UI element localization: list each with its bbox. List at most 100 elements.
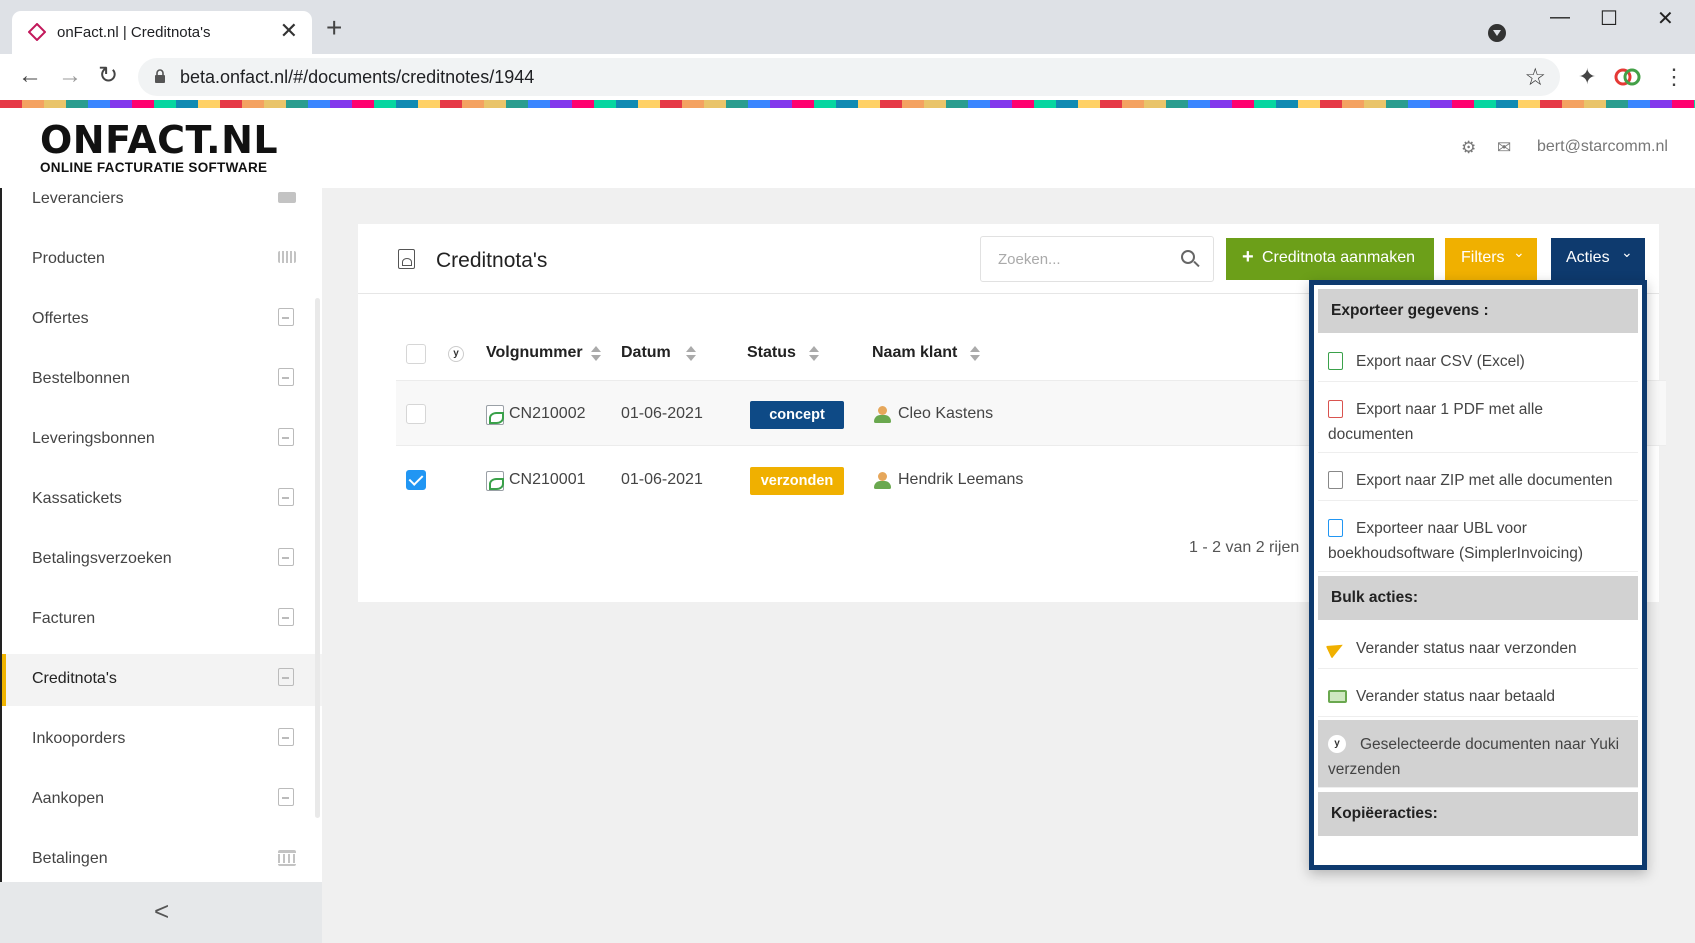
pdf-document-icon bbox=[398, 249, 415, 269]
filters-button[interactable]: Filters ⌄ bbox=[1445, 238, 1537, 280]
collapse-sidebar-chevron-icon[interactable]: < bbox=[154, 896, 169, 927]
browser-toolbar: ← → ↻ beta.onfact.nl/#/documents/creditn… bbox=[0, 54, 1695, 100]
create-creditnote-button[interactable]: + Creditnota aanmaken bbox=[1226, 238, 1434, 280]
chevron-down-icon: ⌄ bbox=[1513, 244, 1525, 260]
row-volgnummer[interactable]: CN210002 bbox=[509, 405, 586, 423]
pdf-icon bbox=[278, 428, 294, 446]
menu-item-send-yuki[interactable]: y Geselecteerde documenten naar Yuki ver… bbox=[1318, 720, 1638, 788]
sidebar-item-label: Betalingen bbox=[32, 850, 108, 867]
url-text[interactable]: beta.onfact.nl/#/documents/creditnotes/1… bbox=[180, 67, 534, 88]
menu-item-label: Export naar 1 PDF met alle documenten bbox=[1328, 401, 1543, 443]
acties-button[interactable]: Acties ⌄ bbox=[1551, 238, 1645, 280]
sidebar-item-label: Kassatickets bbox=[32, 490, 122, 507]
row-checkbox[interactable] bbox=[406, 404, 426, 424]
pdf-icon bbox=[278, 728, 294, 746]
user-email[interactable]: bert@starcomm.nl bbox=[1537, 138, 1668, 156]
bookmark-star-icon[interactable]: ☆ bbox=[1524, 63, 1546, 92]
status-badge: concept bbox=[750, 401, 844, 429]
pdf-file-icon[interactable] bbox=[486, 471, 504, 491]
row-naam-klant[interactable]: Cleo Kastens bbox=[898, 405, 993, 423]
reload-icon[interactable]: ↻ bbox=[98, 62, 118, 90]
browser-menu-icon[interactable]: ⋮ bbox=[1663, 64, 1685, 90]
column-header-volgnummer[interactable]: Volgnummer bbox=[486, 344, 583, 362]
menu-item-export-zip[interactable]: Export naar ZIP met alle documenten bbox=[1318, 456, 1638, 501]
profile-menu-icon[interactable] bbox=[1488, 24, 1506, 42]
column-header-naam-klant[interactable]: Naam klant bbox=[872, 344, 957, 362]
sidebar-item-label: Leveranciers bbox=[32, 190, 124, 207]
menu-section-header: Bulk acties: bbox=[1318, 576, 1638, 620]
pdf-icon bbox=[278, 488, 294, 506]
menu-item-status-verzonden[interactable]: Verander status naar verzonden bbox=[1318, 624, 1638, 669]
pdf-icon bbox=[278, 368, 294, 386]
tab-title: onFact.nl | Creditnota's bbox=[57, 24, 211, 41]
logo[interactable]: ONFACT.NL bbox=[40, 120, 278, 160]
sort-icon[interactable] bbox=[970, 346, 980, 362]
menu-item-export-pdf[interactable]: Export naar 1 PDF met alle documenten bbox=[1318, 385, 1638, 453]
sidebar-item-creditnotas[interactable]: Creditnota's bbox=[2, 654, 322, 706]
select-all-checkbox[interactable] bbox=[406, 344, 426, 364]
pagination-info: 1 - 2 van 2 rijen bbox=[1189, 539, 1300, 556]
sidebar-item-label: Creditnota's bbox=[32, 670, 117, 687]
address-bar[interactable]: beta.onfact.nl/#/documents/creditnotes/1… bbox=[138, 58, 1560, 96]
sidebar-item-facturen[interactable]: Facturen bbox=[2, 594, 322, 646]
menu-section-title: Bulk acties: bbox=[1331, 589, 1419, 606]
menu-item-label: Verander status naar verzonden bbox=[1356, 640, 1577, 657]
pdf-icon bbox=[278, 308, 294, 326]
person-icon bbox=[874, 406, 891, 423]
menu-item-label: Verander status naar betaald bbox=[1356, 688, 1556, 705]
sidebar-item-betalingen[interactable]: Betalingen bbox=[2, 834, 322, 886]
sidebar-item-offertes[interactable]: Offertes bbox=[2, 294, 322, 346]
search-icon[interactable] bbox=[1181, 250, 1195, 264]
menu-item-export-ubl[interactable]: Exporteer naar UBL voor boekhoudsoftware… bbox=[1318, 504, 1638, 572]
column-header-datum[interactable]: Datum bbox=[621, 344, 671, 362]
extensions-icon[interactable]: ✦ bbox=[1578, 64, 1596, 90]
sidebar-item-leveranciers[interactable]: Leveranciers bbox=[2, 174, 322, 226]
search-box bbox=[980, 236, 1214, 282]
sidebar-item-label: Inkooporders bbox=[32, 730, 126, 747]
sidebar-item-inkooporders[interactable]: Inkooporders bbox=[2, 714, 322, 766]
sidebar-item-betalingsverzoeken[interactable]: Betalingsverzoeken bbox=[2, 534, 322, 586]
menu-section-title: Kopiëeracties: bbox=[1331, 805, 1438, 822]
sort-icon[interactable] bbox=[809, 346, 819, 362]
extension-rings-icon[interactable] bbox=[1614, 66, 1642, 88]
pdf-file-icon[interactable] bbox=[486, 405, 504, 425]
search-input[interactable] bbox=[982, 238, 1172, 280]
sidebar-footer: < bbox=[0, 882, 322, 943]
page-title: Creditnota's bbox=[436, 249, 548, 272]
minimize-button[interactable]: — bbox=[1550, 6, 1570, 29]
filters-button-label: Filters bbox=[1461, 249, 1505, 266]
chevron-down-icon: ⌄ bbox=[1621, 244, 1633, 260]
envelope-icon[interactable]: ✉ bbox=[1497, 138, 1511, 158]
sidebar-item-leveringsbonnen[interactable]: Leveringsbonnen bbox=[2, 414, 322, 466]
sidebar-scrollbar[interactable] bbox=[315, 298, 320, 818]
row-naam-klant[interactable]: Hendrik Leemans bbox=[898, 471, 1023, 489]
menu-item-label: Exporteer naar UBL voor boekhoudsoftware… bbox=[1328, 520, 1584, 562]
forward-arrow-icon[interactable]: → bbox=[58, 62, 82, 90]
settings-gears-icon[interactable]: ⚙ bbox=[1461, 138, 1476, 158]
sidebar-item-label: Bestelbonnen bbox=[32, 370, 130, 387]
sort-icon[interactable] bbox=[591, 346, 601, 362]
yuki-column-icon: y bbox=[448, 346, 464, 362]
menu-item-status-betaald[interactable]: Verander status naar betaald bbox=[1318, 672, 1638, 717]
tab-close-icon[interactable]: ✕ bbox=[280, 20, 298, 42]
column-header-status[interactable]: Status bbox=[747, 344, 796, 362]
sidebar-item-label: Facturen bbox=[32, 610, 96, 627]
sort-icon[interactable] bbox=[686, 346, 696, 362]
sidebar-item-bestelbonnen[interactable]: Bestelbonnen bbox=[2, 354, 322, 406]
new-tab-button[interactable]: + bbox=[326, 14, 342, 42]
pdf-icon bbox=[278, 788, 294, 806]
person-icon bbox=[874, 472, 891, 489]
maximize-button[interactable]: ☐ bbox=[1600, 6, 1618, 31]
browser-tab[interactable]: onFact.nl | Creditnota's ✕ bbox=[12, 11, 312, 54]
row-volgnummer[interactable]: CN210001 bbox=[509, 471, 586, 489]
menu-item-export-csv[interactable]: Export naar CSV (Excel) bbox=[1318, 337, 1638, 382]
window-close-button[interactable]: ✕ bbox=[1657, 6, 1674, 31]
sidebar-item-aankopen[interactable]: Aankopen bbox=[2, 774, 322, 826]
sidebar-item-kassatickets[interactable]: Kassatickets bbox=[2, 474, 322, 526]
plus-icon: + bbox=[1242, 246, 1254, 268]
browser-tabbar: onFact.nl | Creditnota's ✕ + — ☐ ✕ bbox=[0, 0, 1695, 54]
row-checkbox[interactable] bbox=[406, 470, 426, 490]
back-arrow-icon[interactable]: ← bbox=[18, 62, 42, 90]
sidebar-item-producten[interactable]: Producten bbox=[2, 234, 322, 286]
menu-item-label: Export naar CSV (Excel) bbox=[1356, 353, 1525, 370]
